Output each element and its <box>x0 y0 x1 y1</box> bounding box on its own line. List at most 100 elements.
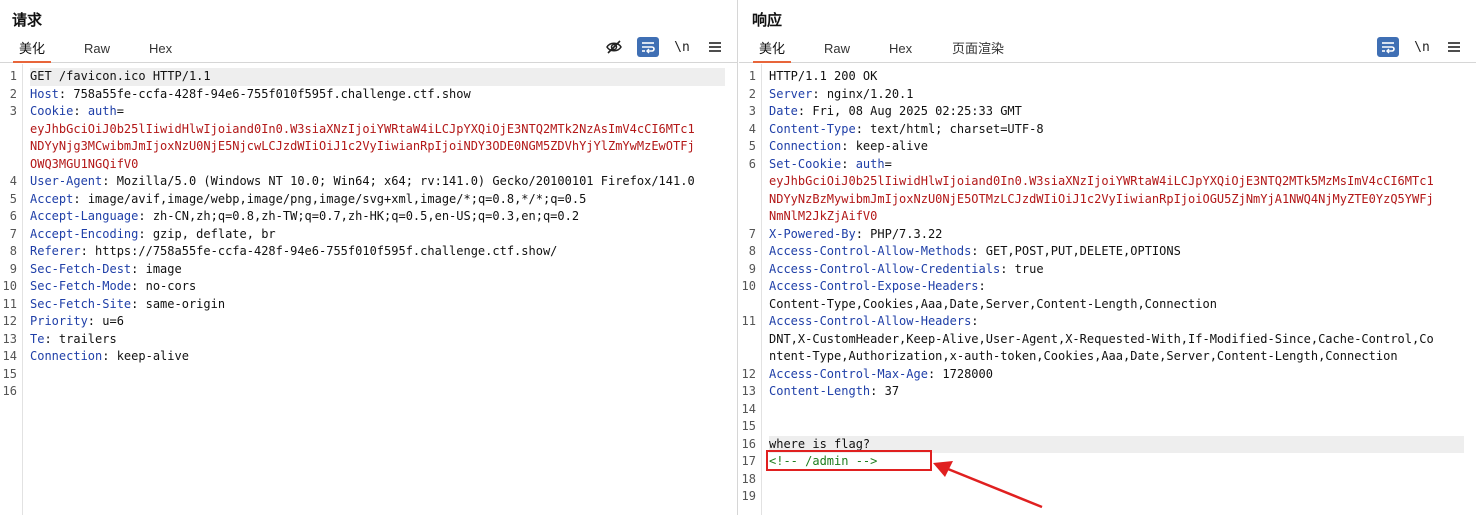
header-name: X-Powered-By <box>769 226 856 241</box>
line-number: 5 <box>748 139 756 153</box>
code-line[interactable]: 2 Host: 758a55fe-ccfa-428f-94e6-755f010f5… <box>0 86 725 104</box>
response-tab-hex[interactable]: Hex <box>883 36 918 62</box>
code-token: https://758a55fe-ccfa-428f-94e6-755f010f… <box>95 244 558 258</box>
code-line[interactable]: 6 Accept-Language: zh-CN,zh;q=0.8,zh-TW;q… <box>0 208 725 226</box>
code-line[interactable]: 14 Connection: keep-alive <box>0 348 725 366</box>
line-code: ntent-Type,Authorization,x-auth-token,Co… <box>769 348 1464 366</box>
code-line[interactable]: 10 Access-Control-Expose-Headers: <box>739 278 1464 296</box>
code-token: PHP/7.3.22 <box>870 226 943 241</box>
menu-icon[interactable] <box>1443 37 1465 57</box>
code-line[interactable]: 13 Content-Length: 37 <box>739 383 1464 401</box>
code-token: eyJhbGciOiJ0b25lIiwidHlwIjoiand0In0.W3si… <box>30 121 695 136</box>
annotation-highlight-box <box>766 450 932 471</box>
menu-icon[interactable] <box>704 37 726 57</box>
code-line[interactable]: 11 Access-Control-Allow-Headers: <box>739 313 1464 331</box>
code-line[interactable]: 19 <box>739 488 1464 506</box>
code-line[interactable]: 14 <box>739 401 1464 419</box>
request-tab-hex[interactable]: Hex <box>143 36 178 62</box>
code-line[interactable]: NmNlM2JkZjAifV0 <box>739 208 1464 226</box>
code-token: u=6 <box>102 314 124 328</box>
code-line[interactable]: 3 Cookie: auth= <box>0 103 725 121</box>
code-line[interactable]: 15 <box>0 366 725 384</box>
code-line[interactable]: Content-Type,Cookies,Aaa,Date,Server,Con… <box>739 296 1464 314</box>
hide-nonprintable-eye-off-icon[interactable] <box>603 37 625 57</box>
code-line[interactable]: 13 Te: trailers <box>0 331 725 349</box>
header-name: Connection <box>30 349 103 363</box>
newline-icon[interactable]: \n <box>1411 37 1433 57</box>
code-line[interactable]: 12 Access-Control-Max-Age: 1728000 <box>739 366 1464 384</box>
wrap-icon[interactable] <box>1377 37 1399 57</box>
response-tab-render[interactable]: 页面渲染 <box>946 36 1010 62</box>
line-number: 7 <box>748 226 756 241</box>
code-token: trailers <box>58 331 117 346</box>
header-name: Sec-Fetch-Site <box>30 296 132 311</box>
line-code: User-Agent: Mozilla/5.0 (Windows NT 10.0… <box>30 173 725 191</box>
code-line[interactable]: 16 <box>0 383 725 401</box>
code-line[interactable]: 4 User-Agent: Mozilla/5.0 (Windows NT 10.… <box>0 173 725 191</box>
code-token: : <box>102 174 117 188</box>
line-number: 8 <box>9 244 17 258</box>
code-line[interactable]: 6 Set-Cookie: auth= <box>739 156 1464 174</box>
header-name: Date <box>769 104 798 118</box>
line-number: 10 <box>741 279 756 293</box>
response-lines: 1 HTTP/1.1 200 OK 2 Server: nginx/1.20.1 3 Da… <box>739 68 1464 506</box>
request-tab-pretty[interactable]: 美化 <box>13 36 52 63</box>
code-line[interactable]: eyJhbGciOiJ0b25lIiwidHlwIjoiand0In0.W3si… <box>739 173 1464 191</box>
line-code: NDYyNzBzMywibmJmIjoxNzU0NjE5OTMzLCJzdWIi… <box>769 191 1464 209</box>
code-token: keep-alive <box>116 349 189 363</box>
code-line[interactable]: 11 Sec-Fetch-Site: same-origin <box>0 296 725 314</box>
code-token: 37 <box>884 384 900 398</box>
code-token: : <box>131 296 146 311</box>
response-editor[interactable]: 1 HTTP/1.1 200 OK 2 Server: nginx/1.20.1 3 Da… <box>739 64 1476 515</box>
code-line[interactable]: 12 Priority: u=6 <box>0 313 725 331</box>
response-tab-raw[interactable]: Raw <box>818 36 856 62</box>
code-line[interactable]: 10 Sec-Fetch-Mode: no-cors <box>0 278 725 296</box>
code-token: : <box>870 384 885 398</box>
response-tab-pretty[interactable]: 美化 <box>753 36 792 63</box>
request-lines: 1 GET /favicon.ico HTTP/1.1 2 Host: 758a55f… <box>0 68 725 401</box>
newline-icon[interactable]: \n <box>671 37 693 57</box>
code-line[interactable]: 5 Connection: keep-alive <box>739 138 1464 156</box>
line-number: 16 <box>741 436 756 451</box>
code-token: GET,POST,PUT,DELETE,OPTIONS <box>985 244 1181 258</box>
code-line[interactable]: 8 Access-Control-Allow-Methods: GET,POST,… <box>739 243 1464 261</box>
header-name: Connection <box>769 139 842 153</box>
code-token: : <box>812 86 827 101</box>
code-line[interactable]: 15 <box>739 418 1464 436</box>
code-line[interactable]: NDYyNzBzMywibmJmIjoxNzU0NjE5OTMzLCJzdWIi… <box>739 191 1464 209</box>
wrap-icon[interactable] <box>637 37 659 57</box>
code-line[interactable]: 8 Referer: https://758a55fe-ccfa-428f-94e… <box>0 243 725 261</box>
header-name: Access-Control-Allow-Headers <box>769 314 972 328</box>
code-token: OWQ3MGU1NGQifV0 <box>30 156 139 171</box>
code-line[interactable]: eyJhbGciOiJ0b25lIiwidHlwIjoiand0In0.W3si… <box>0 121 725 139</box>
code-line[interactable]: 2 Server: nginx/1.20.1 <box>739 86 1464 104</box>
code-line[interactable]: 7 X-Powered-By: PHP/7.3.22 <box>739 226 1464 244</box>
code-line[interactable]: 1 GET /favicon.ico HTTP/1.1 <box>0 68 725 86</box>
code-line[interactable]: ntent-Type,Authorization,x-auth-token,Co… <box>739 348 1464 366</box>
line-number: 1 <box>9 69 17 83</box>
code-line[interactable]: 7 Accept-Encoding: gzip, deflate, br <box>0 226 725 244</box>
line-code: Date: Fri, 08 Aug 2025 02:25:33 GMT <box>769 103 1464 121</box>
code-token: : <box>138 209 153 223</box>
request-editor[interactable]: 1 GET /favicon.ico HTTP/1.1 2 Host: 758a55f… <box>0 64 737 515</box>
code-line[interactable]: 9 Access-Control-Allow-Credentials: true <box>739 261 1464 279</box>
header-name: Access-Control-Allow-Credentials <box>769 261 1001 276</box>
code-token: : <box>841 139 856 153</box>
code-line[interactable]: NDYyNjg3MCwibmJmIjoxNzU0NjE5NjcwLCJzdWIi… <box>0 138 725 156</box>
code-line[interactable]: 5 Accept: image/avif,image/webp,image/png… <box>0 191 725 209</box>
code-line[interactable]: 3 Date: Fri, 08 Aug 2025 02:25:33 GMT <box>739 103 1464 121</box>
code-token: NmNlM2JkZjAifV0 <box>769 209 878 223</box>
code-line[interactable]: DNT,X-CustomHeader,Keep-Alive,User-Agent… <box>739 331 1464 349</box>
line-number: 14 <box>741 401 756 416</box>
header-name: Accept <box>30 191 74 206</box>
line-code: Referer: https://758a55fe-ccfa-428f-94e6… <box>30 243 725 261</box>
header-name: Server <box>769 86 813 101</box>
code-line[interactable]: 18 <box>739 471 1464 489</box>
code-token: keep-alive <box>855 139 928 153</box>
code-line[interactable]: OWQ3MGU1NGQifV0 <box>0 156 725 174</box>
request-tab-raw[interactable]: Raw <box>78 36 116 62</box>
code-line[interactable]: 9 Sec-Fetch-Dest: image <box>0 261 725 279</box>
code-line[interactable]: 4 Content-Type: text/html; charset=UTF-8 <box>739 121 1464 139</box>
line-code: NDYyNjg3MCwibmJmIjoxNzU0NjE5NjcwLCJzdWIi… <box>30 138 725 156</box>
code-line[interactable]: 1 HTTP/1.1 200 OK <box>739 68 1464 86</box>
